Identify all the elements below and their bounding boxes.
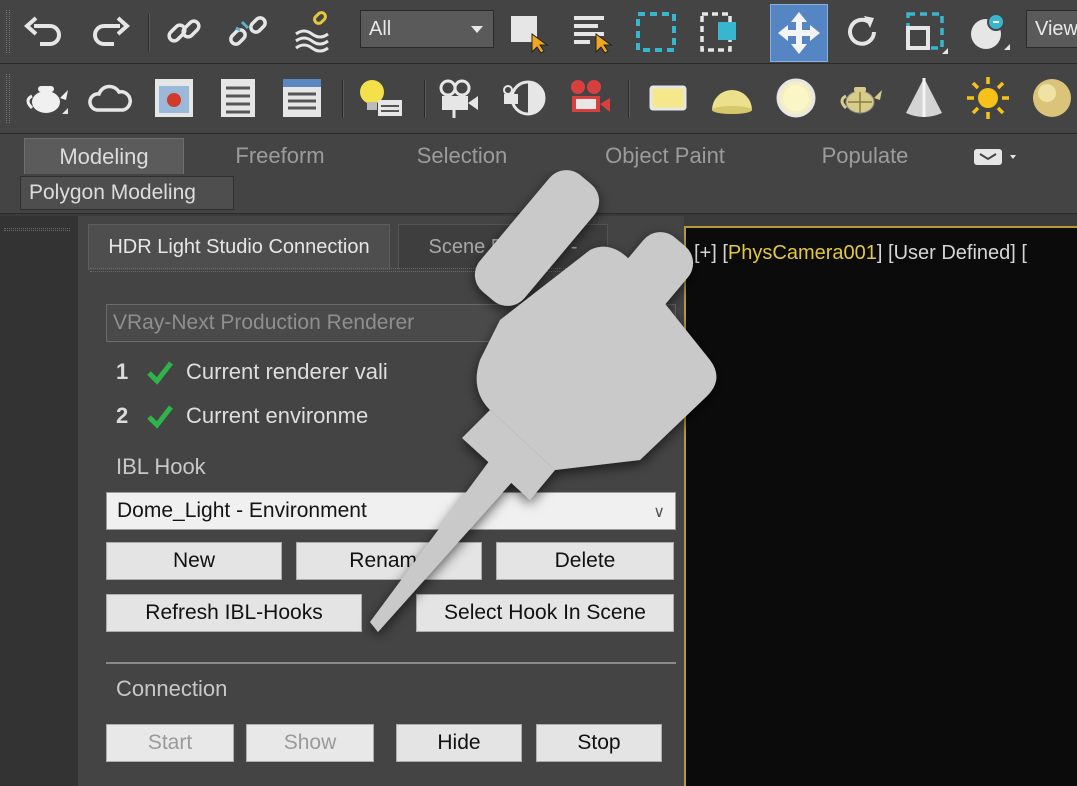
tab-label: Object Paint	[605, 143, 725, 168]
viewport-layout-dropdown[interactable]: View	[1026, 10, 1077, 48]
start-button[interactable]: Start	[106, 724, 234, 762]
step-number: 2	[116, 403, 129, 428]
video-camera-icon[interactable]	[562, 72, 614, 124]
renderer-value: VRay-Next Production Renderer	[113, 311, 415, 334]
dock-grip[interactable]	[4, 228, 70, 231]
tab-freeform[interactable]: Freeform	[200, 138, 360, 174]
polygon-modeling-label: Polygon Modeling	[29, 181, 196, 204]
move-icon[interactable]	[770, 4, 828, 62]
checkmark-icon	[146, 359, 186, 385]
toolbar-grip[interactable]	[6, 10, 10, 53]
validation-row-renderer: 1 Current renderer vali	[116, 356, 388, 388]
rotate-icon[interactable]	[836, 6, 888, 58]
rename-hook-button[interactable]: Rename	[296, 542, 482, 580]
bracket: [	[1021, 242, 1027, 264]
bind-space-warp-icon[interactable]	[286, 6, 338, 58]
refresh-ibl-hooks-button[interactable]: Refresh IBL-Hooks	[106, 594, 362, 632]
viewport-shading-mode[interactable]: [User Defined]	[888, 242, 1016, 264]
render-toolbar	[0, 64, 1077, 134]
chevron-down-icon: ∨	[653, 504, 665, 521]
toolbar-separator	[424, 80, 426, 118]
camera-icon[interactable]	[432, 72, 484, 124]
left-dock-strip	[0, 216, 78, 786]
redo-icon[interactable]	[84, 6, 136, 58]
teapot-light-icon[interactable]	[834, 72, 886, 124]
ribbon-options-button[interactable]	[972, 146, 1028, 168]
rectangular-region-icon[interactable]	[630, 6, 682, 58]
cloud-render-icon[interactable]	[84, 72, 136, 124]
bracket: ]	[876, 242, 883, 264]
tab-label: Freeform	[235, 143, 325, 168]
viewport-label[interactable]: [+] [PhysCamera001] [User Defined] [	[694, 242, 1027, 265]
tab-modeling[interactable]: Modeling	[24, 138, 184, 174]
validation-text: Current environme	[186, 403, 369, 428]
checkmark-icon	[146, 403, 186, 429]
ibl-hook-label: IBL Hook	[116, 454, 206, 479]
tab-hdr-light-studio-connection[interactable]: HDR Light Studio Connection	[88, 224, 390, 270]
hide-button[interactable]: Hide	[396, 724, 522, 762]
validation-row-environment: 2 Current environme	[116, 400, 368, 432]
tab-populate[interactable]: Populate	[790, 138, 940, 174]
main-toolbar: All View	[0, 0, 1077, 64]
select-hook-in-scene-button[interactable]: Select Hook In Scene	[416, 594, 674, 632]
viewport-menu[interactable]: [+]	[694, 242, 717, 264]
spot-light-icon[interactable]	[898, 72, 950, 124]
selection-filter-dropdown[interactable]: All	[360, 10, 494, 48]
tab-object-paint[interactable]: Object Paint	[570, 138, 760, 174]
tab-label: Selection	[416, 143, 508, 168]
area-light-icon[interactable]	[642, 72, 694, 124]
toolbar-grip[interactable]	[6, 74, 10, 123]
polygon-modeling-button[interactable]: Polygon Modeling	[20, 176, 234, 210]
unlink-icon[interactable]	[222, 6, 274, 58]
snap-icon[interactable]	[962, 6, 1014, 58]
tab-label: Populate	[821, 143, 909, 168]
select-by-name-icon[interactable]	[566, 6, 618, 58]
sphere-icon[interactable]	[1026, 72, 1077, 124]
selection-filter-value: All	[369, 17, 392, 40]
toolbar-separator	[148, 14, 150, 52]
select-object-icon[interactable]	[502, 6, 554, 58]
viewport-camera-name[interactable]: PhysCamera001	[728, 242, 877, 264]
viewport-dropdown-value: View	[1035, 17, 1077, 40]
tab-label: Modeling	[59, 143, 149, 169]
chevron-down-icon	[471, 26, 483, 33]
tab-label: Scene Explorer -	[428, 236, 578, 258]
panel-grip	[90, 268, 676, 272]
sun-icon[interactable]	[962, 72, 1014, 124]
ibl-hook-value: Dome_Light - Environment	[117, 499, 367, 522]
render-frame-icon[interactable]	[148, 72, 200, 124]
tab-label: HDR Light Studio Connection	[108, 236, 370, 258]
step-number: 1	[116, 359, 129, 384]
tab-scene-explorer[interactable]: Scene Explorer -	[398, 224, 608, 270]
hdr-light-studio-panel: HDR Light Studio Connection Scene Explor…	[78, 216, 684, 786]
new-hook-button[interactable]: New	[106, 542, 282, 580]
ribbon: Modeling Freeform Selection Object Paint…	[0, 134, 1077, 214]
tab-selection[interactable]: Selection	[380, 138, 544, 174]
render-setup-icon[interactable]	[212, 72, 264, 124]
toolbar-separator	[628, 80, 630, 118]
camera-dolly-icon[interactable]	[496, 72, 548, 124]
rendered-frame-window-icon[interactable]	[276, 72, 328, 124]
ibl-hook-select[interactable]: Dome_Light - Environment ∨	[106, 492, 676, 530]
camera-viewport[interactable]: [+] [PhysCamera001] [User Defined] [	[684, 226, 1077, 786]
toolbar-separator	[342, 80, 344, 118]
light-lister-icon[interactable]	[354, 72, 406, 124]
window-crossing-icon[interactable]	[694, 6, 746, 58]
teapot-render-icon[interactable]	[20, 72, 72, 124]
section-divider	[106, 662, 676, 664]
undo-icon[interactable]	[18, 6, 70, 58]
dome-light-icon[interactable]	[706, 72, 758, 124]
sphere-light-icon[interactable]	[770, 72, 822, 124]
connection-label: Connection	[116, 676, 228, 701]
delete-hook-button[interactable]: Delete	[496, 542, 674, 580]
renderer-field: VRay-Next Production Renderer	[106, 304, 676, 342]
show-button[interactable]: Show	[246, 724, 374, 762]
scale-icon[interactable]	[900, 6, 952, 58]
link-icon[interactable]	[158, 6, 210, 58]
validation-text: Current renderer vali	[186, 359, 388, 384]
stop-button[interactable]: Stop	[536, 724, 662, 762]
